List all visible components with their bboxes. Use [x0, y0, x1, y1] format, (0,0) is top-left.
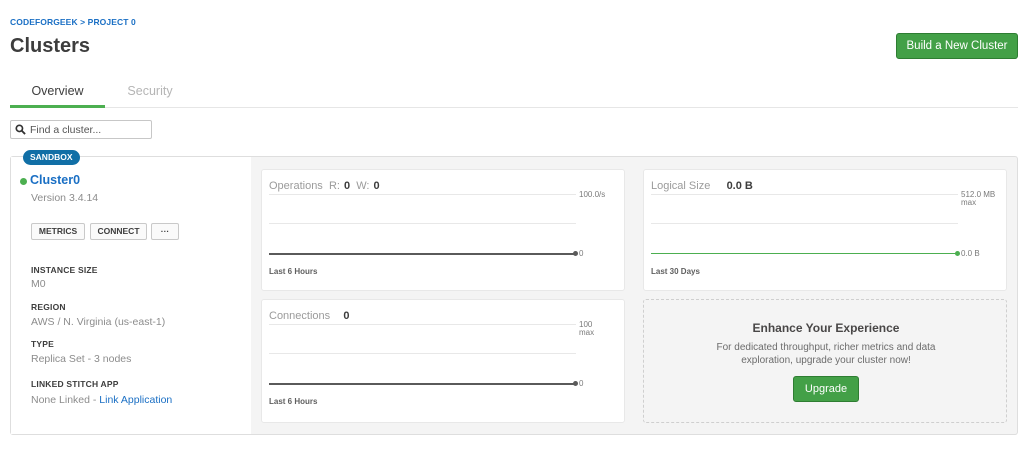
type-label: TYPE — [31, 339, 55, 349]
search-input[interactable] — [30, 122, 148, 137]
operations-chart-title: Operations R: 0 W: 0 — [269, 180, 380, 192]
build-new-cluster-button[interactable]: Build a New Cluster — [896, 33, 1018, 59]
logical-size-chart-title: Logical Size 0.0 B — [651, 180, 753, 192]
tab-bar: Overview Security — [10, 80, 1018, 108]
connections-zero-label: 0 — [579, 379, 584, 388]
cluster-version: Version 3.4.14 — [31, 192, 99, 204]
region-label: REGION — [31, 302, 66, 312]
upgrade-button[interactable]: Upgrade — [793, 376, 859, 402]
chart-gridline — [269, 223, 576, 224]
region-value: AWS / N. Virginia (us-east-1) — [31, 316, 166, 328]
chart-gridline — [269, 194, 576, 195]
instance-size-label: INSTANCE SIZE — [31, 265, 98, 275]
connections-chart-title: Connections 0 — [269, 310, 350, 322]
connections-max-suffix: max — [579, 328, 595, 337]
chart-baseline — [269, 383, 576, 385]
linked-stitch-status: None Linked - — [31, 394, 100, 406]
logical-size-chart-card[interactable]: Logical Size 0.0 B 512.0 MB max 0.0 B La… — [643, 169, 1007, 291]
logical-size-range-label: Last 30 Days — [651, 267, 700, 276]
status-dot-icon — [20, 178, 27, 185]
logical-size-zero-label: 0.0 B — [961, 249, 980, 258]
connect-button[interactable]: CONNECT — [90, 223, 147, 240]
cluster-search — [10, 120, 152, 139]
chart-gridline — [651, 223, 958, 224]
chart-current-point — [573, 251, 578, 256]
linked-stitch-value: None Linked - Link Application — [31, 394, 172, 406]
chart-current-point — [573, 381, 578, 386]
chart-baseline — [651, 253, 958, 254]
page-title: Clusters — [10, 35, 91, 57]
tab-overview[interactable]: Overview — [10, 84, 105, 108]
chart-current-point — [955, 251, 960, 256]
chart-baseline — [269, 253, 576, 255]
type-value: Replica Set - 3 nodes — [31, 353, 132, 365]
operations-range-label: Last 6 Hours — [269, 267, 318, 276]
promo-title: Enhance Your Experience — [752, 321, 900, 335]
connections-chart-card[interactable]: Connections 0 100 max 0 Last 6 Hours — [261, 299, 625, 423]
breadcrumb[interactable]: CODEFORGEEK > PROJECT 0 — [10, 17, 136, 27]
logical-size-max-suffix: max — [961, 198, 977, 207]
upgrade-promo-panel: Enhance Your Experience For dedicated th… — [643, 299, 1007, 423]
tab-security[interactable]: Security — [105, 84, 195, 108]
promo-text: For dedicated throughput, richer metrics… — [716, 342, 936, 366]
link-application-link[interactable]: Link Application — [99, 394, 172, 406]
chart-gridline — [651, 194, 958, 195]
search-icon — [15, 124, 26, 135]
more-options-button[interactable]: ··· — [151, 223, 179, 240]
operations-zero-label: 0 — [579, 249, 584, 258]
instance-size-value: M0 — [31, 278, 46, 290]
metrics-button[interactable]: METRICS — [31, 223, 85, 240]
operations-max-label: 100.0/s — [579, 190, 606, 199]
sandbox-badge: SANDBOX — [23, 150, 80, 165]
connections-range-label: Last 6 Hours — [269, 397, 318, 406]
cluster-name-link[interactable]: Cluster0 — [30, 173, 80, 187]
chart-gridline — [269, 353, 576, 354]
chart-gridline — [269, 324, 576, 325]
operations-chart-card[interactable]: Operations R: 0 W: 0 100.0/s 0 Last 6 Hour… — [261, 169, 625, 291]
linked-stitch-label: LINKED STITCH APP — [31, 379, 119, 389]
